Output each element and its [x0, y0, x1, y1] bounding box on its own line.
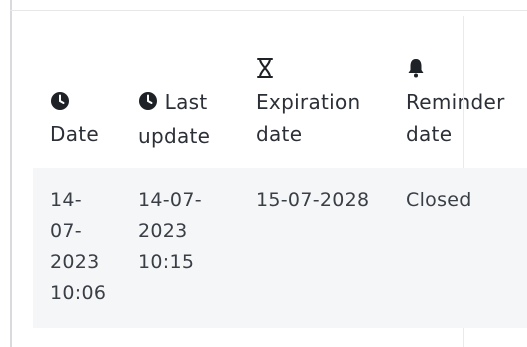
cell-last-update: 14-07- 2023 10:15 — [138, 185, 202, 278]
cell-reminder-date: Closed — [406, 185, 472, 216]
cell-date: 14- 07- 2023 10:06 — [50, 185, 106, 309]
cell-date-line: 2023 — [50, 251, 100, 273]
clock-icon — [138, 88, 158, 120]
header-reminder-date[interactable]: Reminder date — [406, 54, 505, 150]
header-date[interactable]: Date — [50, 86, 99, 150]
cell-last-update-line: 2023 — [138, 220, 188, 242]
bell-icon — [406, 56, 426, 88]
cell-expiration-value: 15-07-2028 — [256, 189, 370, 211]
cell-reminder-value: Closed — [406, 189, 472, 211]
cell-date-line: 14- — [50, 189, 82, 211]
header-reminder-line2: date — [406, 122, 453, 146]
header-expiration-line2: date — [256, 122, 303, 146]
hourglass-icon — [256, 56, 274, 88]
table-container: Date Last update Expiration date Reminde… — [0, 0, 527, 347]
header-last-update[interactable]: Last update — [138, 86, 210, 152]
cell-last-update-line: 14-07- — [138, 189, 202, 211]
table-left-border — [10, 0, 12, 347]
header-last-update-line1: Last — [164, 90, 208, 114]
table-top-border — [10, 10, 527, 11]
cell-expiration-date: 15-07-2028 — [256, 185, 369, 216]
cell-date-line: 10:06 — [50, 282, 107, 304]
header-expiration-line1: Expiration — [256, 90, 361, 114]
header-reminder-line1: Reminder — [406, 90, 505, 114]
clock-icon — [50, 88, 70, 120]
cell-last-update-line: 10:15 — [138, 251, 195, 273]
header-expiration-date[interactable]: Expiration date — [256, 54, 361, 150]
cell-date-line: 07- — [50, 220, 82, 242]
header-last-update-line2: update — [138, 123, 211, 148]
header-date-label: Date — [50, 122, 100, 146]
